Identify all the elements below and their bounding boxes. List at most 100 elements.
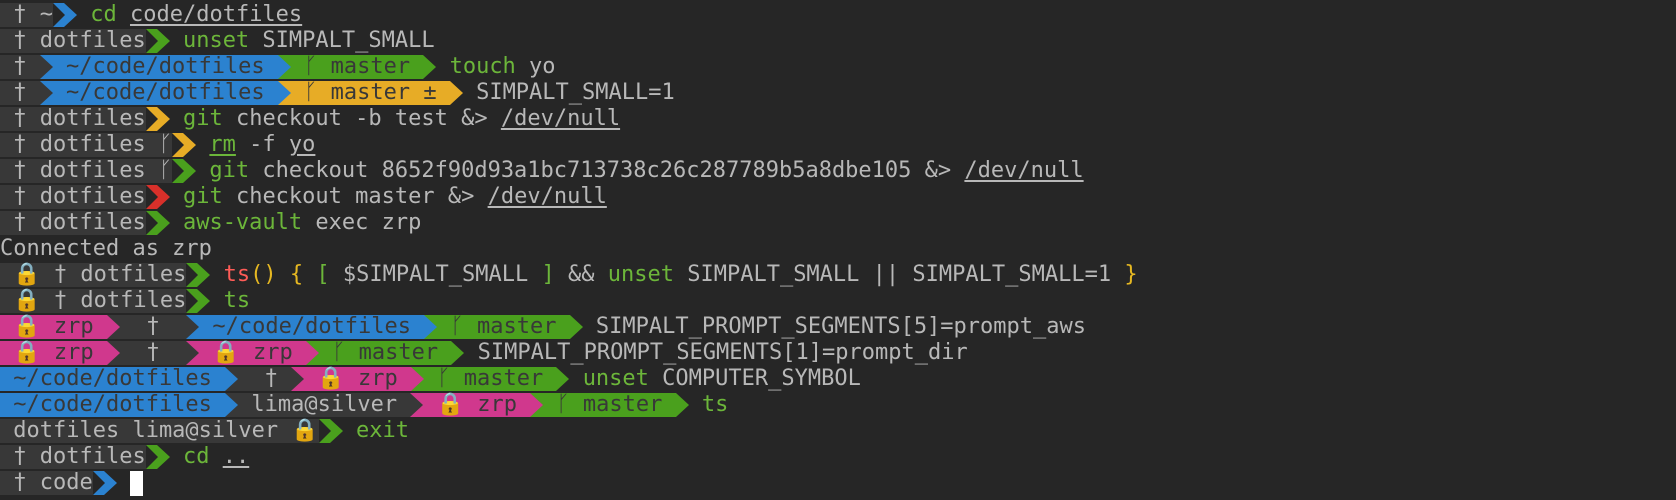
segment-text-with-lock-icon: 🔒 zrp <box>0 340 107 365</box>
segment-text: † dotfiles <box>0 210 146 235</box>
command-text: .. <box>222 444 250 469</box>
prompt-segment: 🔒 † dotfiles <box>0 262 187 287</box>
prompt-segment: ~/code/dotfiles <box>0 366 226 391</box>
terminal-line: Connected as zrp <box>0 236 1676 262</box>
powerline-arrow <box>277 55 291 79</box>
command-text: ts <box>223 262 251 287</box>
command-text: git <box>182 184 223 209</box>
command-text: ts <box>223 288 251 313</box>
powerline-arrow <box>410 393 424 417</box>
segment-text-with-lock-icon: 🔒 † dotfiles <box>0 262 187 287</box>
prompt-segment: † dotfiles <box>0 106 146 131</box>
command-text <box>196 158 209 184</box>
command-text: checkout -b test &> <box>222 106 501 131</box>
powerline-arrow <box>186 341 200 365</box>
prompt-segment: ᚴ master <box>543 392 676 417</box>
powerline-arrow <box>423 55 437 79</box>
prompt-chevron-icon <box>52 3 77 27</box>
command-text: COMPUTER_SYMBOL <box>648 366 861 391</box>
command-text <box>170 28 183 54</box>
prompt-segment: 🔒 zrp <box>304 366 412 391</box>
terminal-line: † ~/code/dotfiles ᚴ master touch yo <box>0 54 1676 80</box>
terminal-line: † dotfiles unset SIMPALT_SMALL <box>0 28 1676 54</box>
prompt-segment: 🔒 † dotfiles <box>0 288 187 313</box>
prompt-chevron-icon <box>186 289 211 313</box>
powerline-arrow <box>186 315 200 339</box>
prompt-chevron-icon <box>318 419 343 443</box>
command-text: checkout 8652f90d93a1bc713738c26c287789b… <box>249 158 965 183</box>
terminal-line: ~/code/dotfiles † 🔒 zrp ᚴ master unset C… <box>0 366 1676 392</box>
segment-text: ᚴ master <box>543 392 676 417</box>
powerline-arrow <box>530 393 544 417</box>
prompt-segment: ~/code/dotfiles <box>0 392 226 417</box>
terminal-window[interactable]: † ~ cd code/dotfiles † dotfiles unset SI… <box>0 0 1676 496</box>
command-text: exit <box>356 418 410 443</box>
command-text <box>569 366 582 392</box>
command-text: () <box>250 262 277 287</box>
powerline-arrow <box>277 81 291 105</box>
command-text: yo <box>288 132 316 157</box>
terminal-line: dotfiles lima@silver 🔒 exit <box>0 418 1676 444</box>
prompt-segment: † dotfiles <box>0 444 146 469</box>
powerline-arrow <box>569 315 583 339</box>
segment-text: ᚴ master <box>290 54 424 79</box>
command-text: checkout master &> <box>222 184 488 209</box>
prompt-segment: † dotfiles <box>0 132 159 157</box>
powerline-arrow <box>225 367 239 391</box>
segment-text: † ~ <box>0 2 53 27</box>
terminal-line: † dotfiles ᚴ git checkout 8652f90d93a1bc… <box>0 158 1676 184</box>
prompt-segment: † <box>0 80 40 105</box>
text-cursor[interactable] <box>129 470 143 496</box>
command-text: /dev/null <box>964 158 1084 183</box>
command-text: cd <box>182 444 210 469</box>
segment-text: ~/code/dotfiles <box>52 80 278 105</box>
segment-text: † <box>0 54 40 79</box>
segment-text: † dotfiles <box>0 106 146 131</box>
command-text: SIMPALT_PROMPT_SEGMENTS[5]=prompt_aws <box>582 314 1087 339</box>
command-text: ] <box>541 262 555 287</box>
prompt-segment: † dotfiles <box>0 158 159 183</box>
command-text: /dev/null <box>500 106 621 131</box>
command-text <box>77 2 90 28</box>
command-text <box>210 262 223 288</box>
prompt-segment: 🔒 zrp <box>199 340 306 365</box>
powerline-arrow <box>675 393 689 417</box>
segment-text: ᚴ master <box>424 366 557 391</box>
terminal-line: ~/code/dotfiles lima@silver 🔒 zrp ᚴ mast… <box>0 392 1676 418</box>
prompt-chevron-icon <box>172 133 197 157</box>
command-text <box>170 184 183 210</box>
segment-text: ~/code/dotfiles <box>199 314 425 339</box>
powerline-arrow <box>451 341 465 365</box>
segment-text-with-lock-icon: 🔒 zrp <box>199 340 306 365</box>
command-text: rm <box>209 132 236 157</box>
prompt-segment: ᚴ <box>158 158 173 183</box>
prompt-segment: dotfiles lima@silver 🔒 <box>0 418 319 443</box>
command-text: { <box>289 262 304 287</box>
segment-text-with-lock-icon: 🔒 † dotfiles <box>0 288 187 313</box>
powerline-arrow <box>424 315 438 339</box>
command-text: cd <box>90 2 117 27</box>
command-text: touch <box>449 54 516 79</box>
prompt-chevron-icon <box>186 263 211 287</box>
prompt-segment: ~/code/dotfiles <box>199 314 425 339</box>
branch-icon: ᚴ <box>158 132 173 157</box>
prompt-segment: ~/code/dotfiles <box>52 54 278 79</box>
command-text <box>689 392 702 418</box>
prompt-segment: † <box>238 366 292 391</box>
command-text: /dev/null <box>487 184 607 209</box>
powerline-arrow <box>39 81 53 105</box>
command-text: git <box>182 106 223 131</box>
prompt-segment: ᚴ master <box>318 340 452 365</box>
command-text <box>170 106 183 132</box>
prompt-segment: † <box>119 314 187 339</box>
prompt-chevron-icon <box>145 29 170 53</box>
prompt-segment: ᚴ master <box>424 366 557 391</box>
segment-text: ~/code/dotfiles <box>52 54 278 79</box>
powerline-arrow <box>411 367 425 391</box>
command-text: [ <box>316 262 330 287</box>
command-text <box>196 132 209 158</box>
segment-text: † dotfiles <box>0 28 146 53</box>
powerline-arrow <box>556 367 570 391</box>
segment-text-with-lock-icon: 🔒 zrp <box>0 314 107 339</box>
prompt-segment: † <box>119 340 187 365</box>
